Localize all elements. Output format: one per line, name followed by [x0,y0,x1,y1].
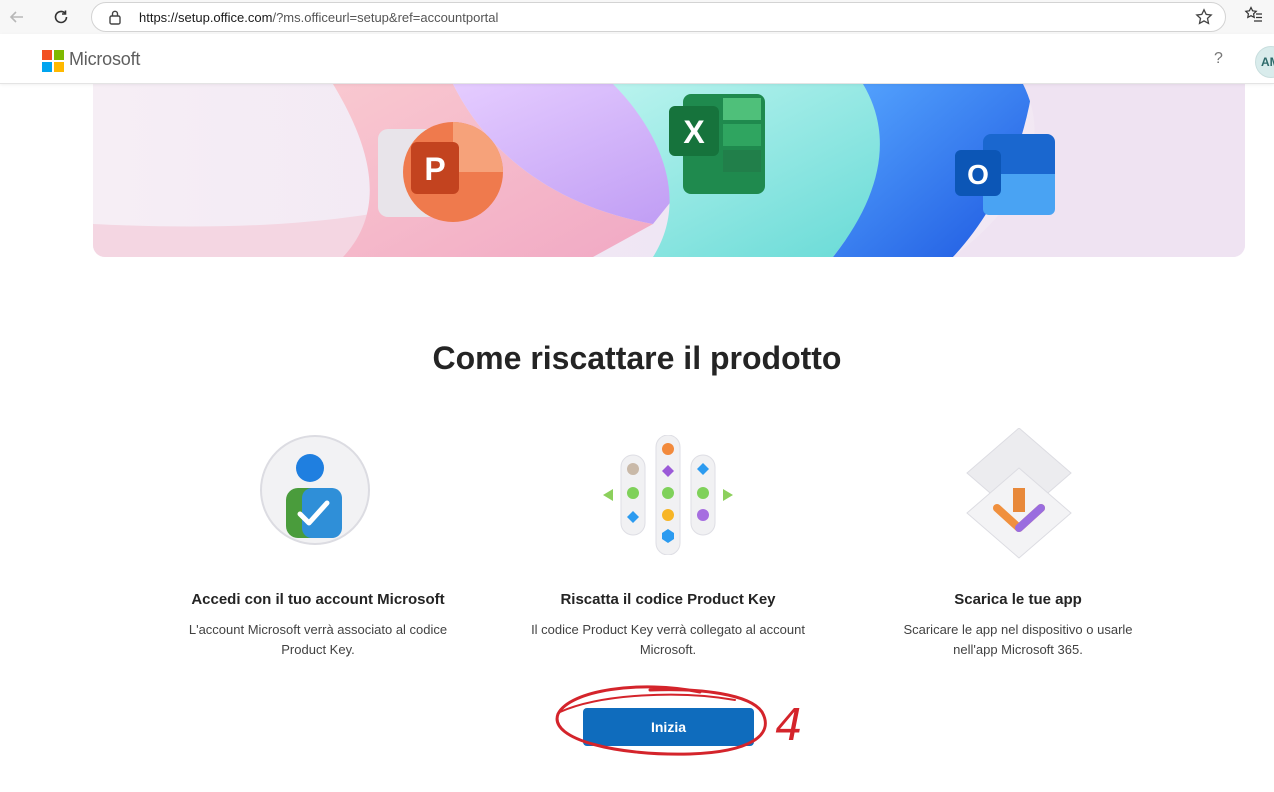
favorites-icon[interactable] [1244,5,1264,25]
url-text[interactable]: https://setup.office.com/?ms.officeurl=s… [139,10,498,25]
hero-banner: P X O [93,84,1245,257]
step-redeem-key: Riscatta il codice Product Key Il codice… [518,425,818,660]
url-host: https://setup.office.com [139,10,273,25]
site-header: Microsoft ? AM [0,34,1274,84]
back-button[interactable] [4,4,30,30]
annotation-number: 4 [775,700,803,751]
svg-text:X: X [683,114,705,150]
star-icon[interactable] [1195,8,1213,26]
step-title: Riscatta il codice Product Key [560,591,776,608]
avatar[interactable]: AM [1255,46,1274,78]
start-button[interactable]: Inizia [583,708,754,746]
download-icon [966,427,1072,559]
url-path: /?ms.officeurl=setup&ref=accountportal [272,10,499,25]
account-check-icon [260,435,370,545]
address-bar[interactable]: https://setup.office.com/?ms.officeurl=s… [91,2,1226,32]
refresh-icon [54,10,68,24]
help-button[interactable]: ? [1214,50,1223,68]
step-title: Accedi con il tuo account Microsoft [191,591,445,608]
arrow-left-icon [9,11,23,23]
lock-icon[interactable] [108,9,122,25]
step-description: Il codice Product Key verrà collegato al… [531,622,805,657]
reload-button[interactable] [48,4,74,30]
step-title: Scarica le tue app [954,591,1082,608]
svg-text:P: P [424,151,445,187]
step-download-apps: Scarica le tue app Scaricare le app nel … [868,425,1168,660]
product-key-icon [603,435,733,555]
microsoft-logo-icon[interactable] [42,50,64,72]
powerpoint-icon: P [378,122,503,222]
step-description: L'account Microsoft verrà associato al c… [188,622,448,657]
step-sign-in: Accedi con il tuo account Microsoft L'ac… [168,425,468,660]
hero-illustration: P X O [93,84,1245,257]
brand-name[interactable]: Microsoft [69,49,140,70]
browser-toolbar: https://setup.office.com/?ms.officeurl=s… [0,0,1274,34]
svg-text:O: O [967,159,989,190]
excel-icon: X [669,94,765,194]
step-description: Scaricare le app nel dispositivo o usarl… [903,622,1133,657]
page-title: Come riscattare il prodotto [432,340,842,376]
